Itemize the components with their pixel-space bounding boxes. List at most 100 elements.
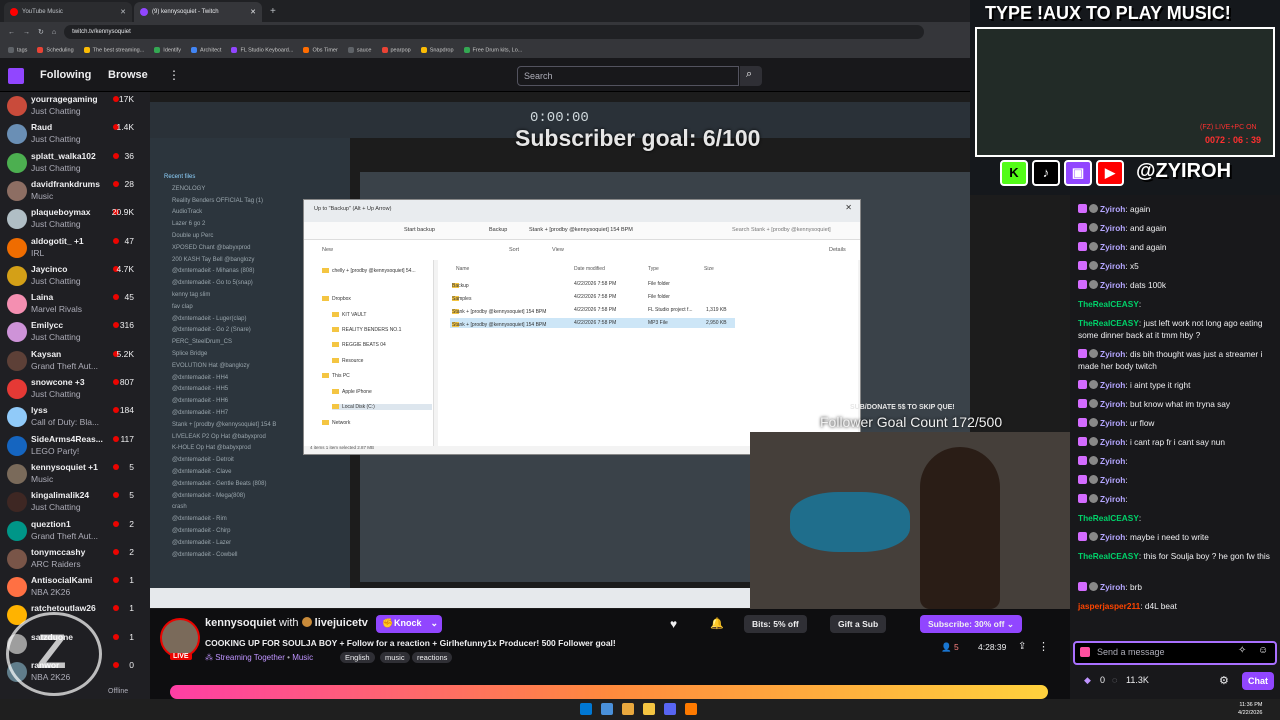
tag-reactions[interactable]: reactions xyxy=(412,652,453,663)
subscribe-button[interactable]: Subscribe: 30% off ⌄ xyxy=(920,615,1023,633)
chat-username[interactable]: Zyiroh xyxy=(1100,204,1125,214)
sidebar-channel[interactable]: aldogotit_ +1 IRL 47 xyxy=(0,234,150,262)
start-icon[interactable] xyxy=(580,703,592,715)
bookmark-item[interactable]: sauce xyxy=(347,46,372,53)
streaming-together[interactable]: Streaming Together xyxy=(215,653,285,662)
reload-icon[interactable]: ↻ xyxy=(38,28,44,36)
browser-tab-twitch[interactable]: (9) kennysoquiet - Twitch ✕ xyxy=(134,2,262,22)
video-player[interactable]: 0:00:00 Recent files ZENOLOGY Reality Bend… xyxy=(150,92,1070,609)
chat-username[interactable]: Zyiroh xyxy=(1100,242,1125,252)
bookmark-item[interactable]: Architect xyxy=(191,46,221,53)
bookmark-item[interactable]: Snapdrop xyxy=(420,46,454,53)
close-tab-icon[interactable]: ✕ xyxy=(120,8,126,16)
twitch-logo-icon[interactable] xyxy=(8,68,24,84)
badge-icon[interactable] xyxy=(1080,647,1090,657)
chat-username[interactable]: Zyiroh xyxy=(1100,494,1125,504)
sidebar-channel[interactable]: Laina Marvel Rivals 45 xyxy=(0,290,150,318)
home-icon[interactable]: ⌂ xyxy=(52,29,56,36)
tag-music[interactable]: music xyxy=(380,652,410,663)
emote-icon[interactable]: ☺ xyxy=(1258,645,1268,656)
streamer-avatar[interactable] xyxy=(160,618,200,658)
tree-label: Resource xyxy=(342,358,364,364)
new-tab-button[interactable]: + xyxy=(264,2,282,22)
chat-username[interactable]: Zyiroh xyxy=(1100,418,1125,428)
sidebar-channel[interactable]: yourragegaming Just Chatting 17K xyxy=(0,92,150,120)
chat-settings-icon[interactable]: ⚙ xyxy=(1219,674,1229,687)
chat-username[interactable]: Zyiroh xyxy=(1100,582,1125,592)
sidebar-channel[interactable]: splatt_walka102 Just Chatting 36 xyxy=(0,149,150,177)
bookmark-item[interactable]: Scheduling xyxy=(37,46,74,53)
discord-icon[interactable] xyxy=(664,703,676,715)
sidebar-channel[interactable]: Kaysan Grand Theft Aut... 5.2K xyxy=(0,347,150,375)
chat-username[interactable]: TheRealCEASY xyxy=(1078,299,1139,309)
chrome-icon[interactable] xyxy=(622,703,634,715)
sidebar-channel[interactable]: SideArms4Reas... LEGO Party! 117 xyxy=(0,432,150,460)
tag-english[interactable]: English xyxy=(340,652,375,663)
sidebar-channel[interactable]: Jaycinco Just Chatting 4.7K xyxy=(0,262,150,290)
sidebar-channel[interactable]: lyss Call of Duty: Bla... 184 xyxy=(0,403,150,431)
explorer-file-row: Backup 4/22/2026 7:58 PM File folder xyxy=(450,279,735,289)
bookmark-item[interactable]: Identify xyxy=(154,46,181,53)
share-icon[interactable]: ⇪ xyxy=(1018,641,1026,652)
chat-username[interactable]: jasperjasper211 xyxy=(1078,601,1140,611)
sidebar-channel[interactable]: kingalimalik24 Just Chatting 5 xyxy=(0,488,150,516)
more-options-icon[interactable]: ⋮ xyxy=(1038,640,1049,653)
sidebar-channel[interactable]: AntisocialKami NBA 2K26 1 xyxy=(0,573,150,601)
sidebar-channel[interactable]: queztion1 Grand Theft Aut... 2 xyxy=(0,517,150,545)
chat-username[interactable]: Zyiroh xyxy=(1100,456,1125,466)
knock-button[interactable]: ✊ Knock ⌄ xyxy=(376,615,442,633)
file-explorer-icon[interactable] xyxy=(643,703,655,715)
back-icon[interactable]: ← xyxy=(8,29,15,36)
browser-tab-youtube-music[interactable]: YouTube Music ✕ xyxy=(4,2,132,22)
close-tab-icon[interactable]: ✕ xyxy=(250,8,256,16)
chat-username[interactable]: Zyiroh xyxy=(1100,280,1125,290)
chat-username[interactable]: Zyiroh xyxy=(1100,380,1125,390)
forward-icon[interactable]: → xyxy=(23,29,30,36)
url-field[interactable]: twitch.tv/kennysoquiet xyxy=(64,25,925,39)
chat-username[interactable]: Zyiroh xyxy=(1100,475,1125,485)
chat-username[interactable]: Zyiroh xyxy=(1100,399,1125,409)
bookmark-item[interactable]: Free Drum kits, Lo... xyxy=(463,46,522,53)
chat-username[interactable]: Zyiroh xyxy=(1100,437,1125,447)
sidebar-channel[interactable]: kennysoquiet +1 Music 5 xyxy=(0,460,150,488)
task-view-icon[interactable] xyxy=(601,703,613,715)
sidebar-channel[interactable]: davidfrankdrums Music 28 xyxy=(0,177,150,205)
chat-username[interactable]: Zyiroh xyxy=(1100,223,1125,233)
more-icon[interactable]: ⋮ xyxy=(168,68,180,82)
file-date: 4/22/2026 7:58 PM xyxy=(574,320,617,326)
chat-username[interactable]: TheRealCEASY xyxy=(1078,318,1139,328)
heart-icon[interactable]: ♥ xyxy=(670,617,677,631)
search-input[interactable]: Search xyxy=(517,66,739,86)
bookmark-item[interactable]: tags xyxy=(8,46,27,53)
search-button[interactable]: ⌕ xyxy=(740,66,762,86)
bookmark-item[interactable]: FL Studio Keyboard... xyxy=(231,46,293,53)
fl-studio-icon[interactable] xyxy=(685,703,697,715)
category-link[interactable]: Music xyxy=(292,653,313,662)
chat-username[interactable]: TheRealCEASY xyxy=(1078,513,1139,523)
promo-banner[interactable] xyxy=(170,685,1048,699)
bits-button[interactable]: Bits: 5% off xyxy=(744,615,807,633)
sidebar-channel[interactable]: Emilycc Just Chatting 316 xyxy=(0,318,150,346)
following-link[interactable]: Following xyxy=(40,69,91,81)
bookmark-item[interactable]: pearpop xyxy=(381,46,411,53)
channel-points-icon[interactable]: ◌ xyxy=(1112,675,1117,685)
browse-link[interactable]: Browse xyxy=(108,69,148,81)
chat-username[interactable]: TheRealCEASY xyxy=(1078,551,1139,561)
sidebar-channel[interactable]: tonymccashy ARC Raiders 2 xyxy=(0,545,150,573)
bookmark-item[interactable]: Obs Timer xyxy=(303,46,338,53)
chat-username[interactable]: Zyiroh xyxy=(1100,261,1125,271)
gift-sub-button[interactable]: Gift a Sub xyxy=(830,615,887,633)
sidebar-channel[interactable]: Raud Just Chatting 1.4K xyxy=(0,120,150,148)
streamer-name[interactable]: kennysoquiet xyxy=(205,617,276,629)
bookmark-item[interactable]: The best streaming... xyxy=(83,46,144,53)
bell-icon[interactable]: 🔔 xyxy=(710,617,724,630)
bits-icon[interactable]: ✧ xyxy=(1238,645,1246,656)
user-badge-icon xyxy=(1089,475,1098,484)
chat-username[interactable]: Zyiroh xyxy=(1100,349,1125,359)
collab-name[interactable]: livejuicetv xyxy=(315,617,368,629)
chat-input[interactable]: Send a message xyxy=(1073,641,1277,665)
sidebar-channel[interactable]: snowcone +3 Just Chatting 807 xyxy=(0,375,150,403)
chat-username[interactable]: Zyiroh xyxy=(1100,532,1125,542)
chat-send-button[interactable]: Chat xyxy=(1242,672,1274,690)
sidebar-channel[interactable]: plaqueboymax Just Chatting 20.9K xyxy=(0,205,150,233)
